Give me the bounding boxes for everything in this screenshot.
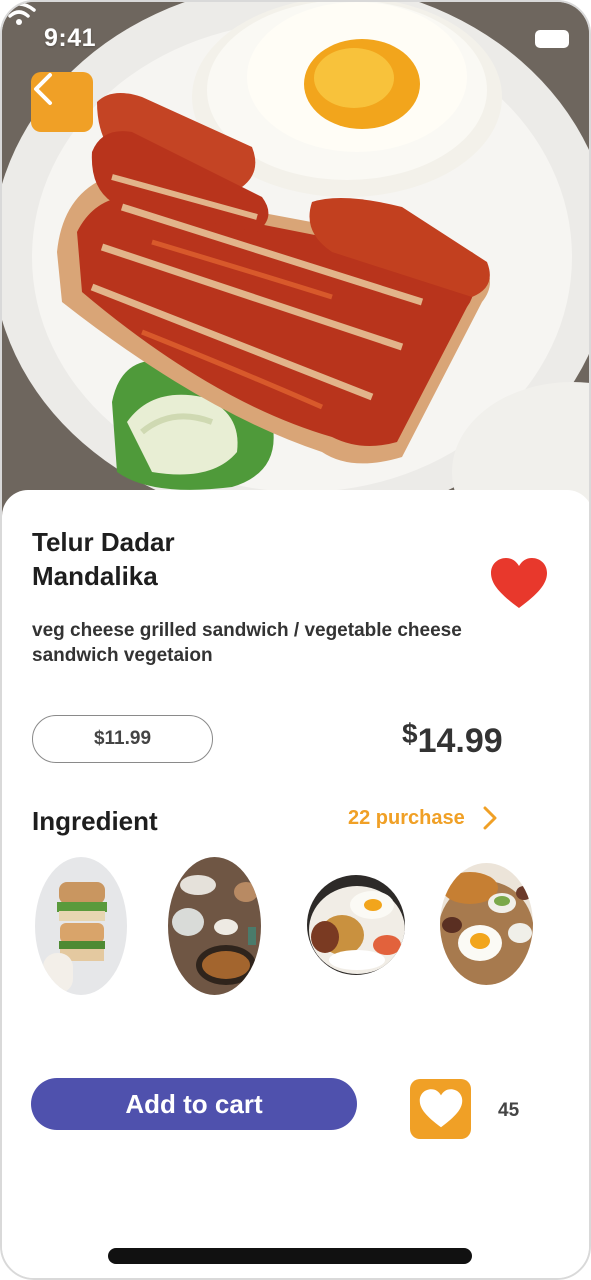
ingredient-item-sandwich[interactable] [35, 857, 127, 995]
chevron-right-icon [483, 806, 497, 830]
home-indicator[interactable] [108, 1248, 472, 1264]
product-title-line1: Telur Dadar [32, 527, 175, 557]
ingredient-item-breakfast[interactable] [440, 863, 533, 985]
price-amount: 14.99 [417, 722, 503, 760]
sandwich-photo-icon [35, 857, 127, 995]
purchase-link[interactable]: 22 purchase [348, 806, 497, 830]
current-price: $14.99 [402, 718, 503, 761]
price-currency: $ [402, 718, 418, 749]
ingredient-item-table-dishes[interactable] [168, 857, 261, 995]
back-button[interactable] [31, 72, 93, 132]
product-title-line2: Mandalika [32, 561, 158, 591]
table-dishes-photo-icon [168, 857, 261, 995]
battery-icon [535, 30, 569, 48]
product-description: veg cheese grilled sandwich / vegetable … [32, 620, 462, 666]
like-count: 45 [498, 1100, 520, 1121]
chevron-left-icon [34, 73, 52, 105]
product-detail-sheet: Telur Dadar Mandalika veg cheese grilled… [2, 490, 589, 1278]
like-button[interactable] [410, 1079, 471, 1139]
purchase-count-label: 22 purchase [348, 806, 465, 829]
breakfast-platter-photo-icon [440, 863, 533, 985]
status-bar: 9:41 [2, 2, 589, 72]
old-price-pill: $11.99 [32, 715, 213, 763]
product-title: Telur Dadar Mandalika [32, 525, 332, 593]
ingredient-item-egg-rice[interactable] [307, 875, 405, 975]
egg-rice-plate-photo-icon [307, 875, 405, 975]
wifi-icon [2, 2, 36, 25]
phone-screen: 9:41 Telur Dadar Mandalika veg cheese gr… [0, 0, 591, 1280]
ingredient-heading: Ingredient [32, 806, 158, 836]
hero-food-image: 9:41 [2, 2, 589, 522]
status-time: 9:41 [44, 24, 97, 52]
add-to-cart-button[interactable]: Add to cart [31, 1078, 357, 1130]
heart-icon [419, 1089, 462, 1128]
favorite-heart-icon[interactable] [490, 558, 548, 610]
ingredient-list [2, 855, 589, 1000]
